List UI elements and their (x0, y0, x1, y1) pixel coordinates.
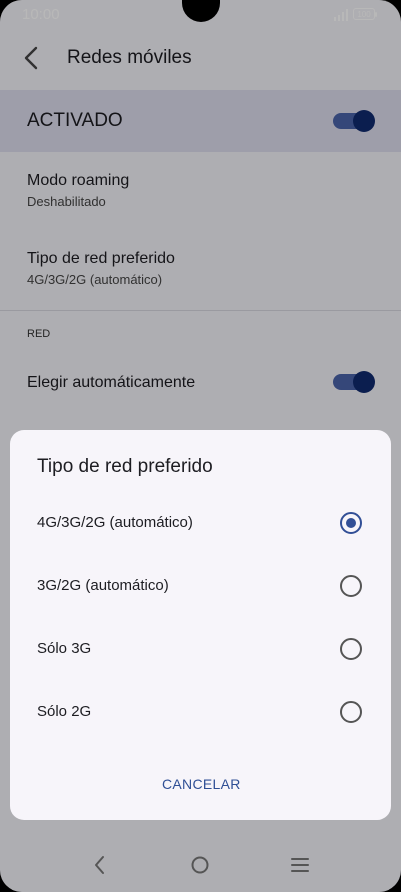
option-label: Sólo 2G (37, 703, 92, 720)
option-solo-2g[interactable]: Sólo 2G (10, 689, 391, 739)
option-solo-3g[interactable]: Sólo 3G (10, 626, 391, 676)
option-label: Sólo 3G (37, 640, 92, 657)
phone-screen: 10:00 100 Redes móviles ACTIVADO Modo ro… (0, 0, 401, 892)
radio-checked-icon[interactable] (340, 512, 362, 534)
radio-unchecked-icon[interactable] (340, 701, 362, 723)
radio-unchecked-icon[interactable] (340, 575, 362, 597)
nav-menu-icon[interactable] (290, 856, 310, 874)
option-4g-3g-2g[interactable]: 4G/3G/2G (automático) (10, 500, 391, 550)
nav-home-icon[interactable] (190, 855, 210, 875)
option-label: 4G/3G/2G (automático) (37, 514, 193, 531)
network-type-dialog: Tipo de red preferido 4G/3G/2G (automáti… (10, 430, 391, 820)
option-label: 3G/2G (automático) (37, 577, 169, 594)
cancel-button[interactable]: CANCELAR (162, 776, 241, 792)
option-3g-2g[interactable]: 3G/2G (automático) (10, 563, 391, 613)
navigation-bar (0, 838, 401, 892)
dialog-title: Tipo de red preferido (37, 456, 213, 477)
radio-unchecked-icon[interactable] (340, 638, 362, 660)
nav-back-icon[interactable] (90, 854, 110, 876)
